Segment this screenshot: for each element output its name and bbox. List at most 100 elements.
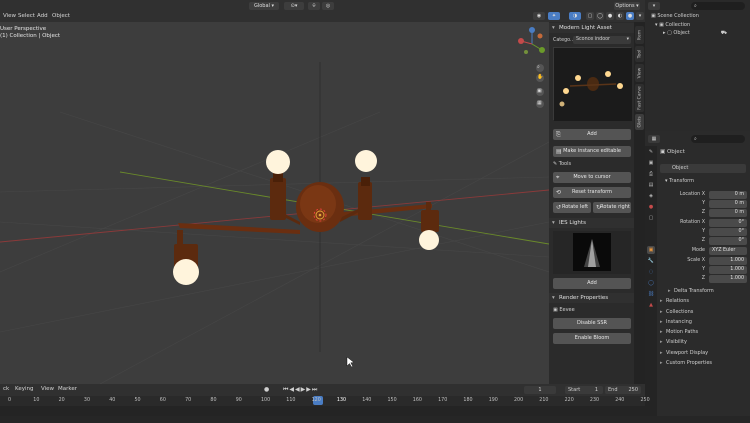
- outliner-search-input[interactable]: ⌕: [691, 2, 745, 10]
- tool-icon[interactable]: ✎: [647, 148, 655, 156]
- render-icon[interactable]: ▣: [647, 159, 655, 167]
- chandelier-model[interactable]: [173, 150, 439, 285]
- particles-icon[interactable]: ◌: [647, 268, 655, 276]
- menu-object[interactable]: Object: [49, 12, 73, 21]
- view-object-types-icon[interactable]: ◉: [533, 12, 545, 20]
- shading-wireframe-icon[interactable]: ◯: [596, 12, 604, 20]
- editor-type-icon[interactable]: ▦: [648, 135, 660, 143]
- tab-gleis[interactable]: Gleis: [635, 114, 644, 130]
- timeline-menu-marker[interactable]: Marker: [55, 385, 80, 394]
- ies-lights-header[interactable]: IES Lights: [549, 218, 634, 228]
- physics-icon[interactable]: ◯: [647, 279, 655, 287]
- timeline-tick-label: 0: [8, 398, 12, 403]
- end-frame-field[interactable]: End 250: [605, 386, 641, 394]
- rotation-y-field[interactable]: 0°: [709, 227, 747, 236]
- relations-section[interactable]: Relations: [658, 296, 750, 307]
- pan-hand-icon[interactable]: ✋: [537, 74, 543, 80]
- ortho-grid-icon[interactable]: ▦: [537, 100, 542, 106]
- record-icon[interactable]: ●: [264, 386, 269, 393]
- gizmo-icon[interactable]: ✦: [548, 12, 560, 20]
- ies-add-button[interactable]: Add: [553, 278, 631, 289]
- move-to-cursor-button[interactable]: ⌖ Move to cursor: [553, 172, 631, 183]
- location-x-field[interactable]: 0 m: [709, 190, 747, 199]
- render-properties-header[interactable]: Render Properties: [549, 293, 634, 303]
- rotate-left-button[interactable]: ↺ Rotate left: [553, 202, 591, 213]
- visibility-section[interactable]: Visibility: [658, 337, 750, 348]
- enable-bloom-button[interactable]: Enable Bloom: [553, 333, 631, 344]
- snap-icon[interactable]: ⌾: [308, 2, 320, 10]
- object-name-field[interactable]: Object: [660, 164, 746, 173]
- scale-z-field[interactable]: 1.000: [709, 274, 747, 283]
- object-label: Object: [673, 30, 690, 36]
- camera-icon[interactable]: ▣: [537, 88, 542, 94]
- navigation-gizmo[interactable]: [518, 27, 545, 54]
- collection-icon[interactable]: ▢: [647, 214, 655, 222]
- location-y-field[interactable]: 0 m: [709, 199, 747, 208]
- 3d-viewport[interactable]: User Perspective (1) Collection | Object: [0, 22, 549, 384]
- orientation-dropdown[interactable]: Global ▾: [249, 2, 279, 10]
- scale-z-label: Z: [701, 276, 705, 281]
- shading-material-icon[interactable]: ◐: [616, 12, 624, 20]
- timeline-track-area[interactable]: [0, 406, 645, 416]
- pivot-dropdown[interactable]: ⊙▾: [284, 2, 304, 10]
- start-label: Start: [568, 387, 581, 393]
- constraints-icon[interactable]: ⛓: [647, 290, 655, 298]
- location-x-row: Location X 0 m: [658, 190, 750, 199]
- scene-canvas[interactable]: [0, 22, 549, 384]
- world-icon[interactable]: ●: [647, 203, 655, 211]
- outliner-panel: ▾ ⌕ ▣ Scene Collection ▾ ▣ Collection ▸ …: [645, 0, 750, 131]
- shading-options-icon[interactable]: ▾: [636, 12, 644, 20]
- data-icon[interactable]: ▲: [647, 301, 655, 309]
- ies-title: IES Lights: [559, 220, 586, 226]
- object-properties-icon[interactable]: ▣: [647, 246, 655, 254]
- scale-x-field[interactable]: 1.000: [709, 256, 747, 265]
- scene-collection-row[interactable]: ▣ Scene Collection: [651, 12, 699, 20]
- modifier-icon[interactable]: 🔧: [647, 257, 655, 265]
- transform-section-header[interactable]: ▾ Transform: [660, 177, 694, 186]
- timeline-menu-playback[interactable]: ck: [0, 385, 12, 394]
- collection-row[interactable]: ▾ ▣ Collection: [655, 21, 690, 29]
- location-z-field[interactable]: 0 m: [709, 208, 747, 217]
- shading-solid-icon[interactable]: ●: [606, 12, 614, 20]
- shading-rendered-icon[interactable]: ●: [626, 12, 634, 20]
- scene-icon[interactable]: ◈: [647, 192, 655, 200]
- tab-fast-carve[interactable]: Fast Carve: [635, 84, 644, 112]
- asset-preview-thumbnail[interactable]: [553, 47, 632, 121]
- overlays-icon[interactable]: ◑: [569, 12, 581, 20]
- output-icon[interactable]: ⎙: [647, 170, 655, 178]
- start-frame-field[interactable]: Start 1: [565, 386, 603, 394]
- timeline-tick-label: 70: [185, 398, 192, 403]
- instancing-label: Instancing: [666, 319, 692, 325]
- rotate-right-button[interactable]: ↻ Rotate right: [593, 202, 631, 213]
- view-layer-icon[interactable]: ▤: [647, 181, 655, 189]
- scale-y-field[interactable]: 1.000: [709, 265, 747, 274]
- reset-transform-button[interactable]: ⟲ Reset transform: [553, 187, 631, 198]
- custom-properties-section[interactable]: Custom Properties: [658, 358, 750, 369]
- end-value: 250: [628, 387, 638, 393]
- rotation-z-field[interactable]: 0°: [709, 236, 747, 245]
- make-instance-editable-button[interactable]: ▤ Make instance editable: [553, 146, 631, 157]
- zoom-icon[interactable]: ⌕: [537, 64, 540, 70]
- tab-item[interactable]: Item: [635, 26, 644, 44]
- filter-icon[interactable]: ▾: [648, 2, 660, 10]
- restrict-view-icon[interactable]: ⛟: [721, 29, 727, 37]
- disable-ssr-button[interactable]: Disable SSR: [553, 318, 631, 329]
- modern-light-asset-header[interactable]: Modern Light Asset: [549, 23, 634, 33]
- ies-preview-thumbnail[interactable]: [553, 231, 631, 274]
- add-asset-button[interactable]: ⎘ Add: [553, 129, 631, 140]
- current-frame-field[interactable]: 1: [524, 386, 556, 394]
- options-dropdown[interactable]: Options ▾: [614, 2, 640, 10]
- visibility-label: Visibility: [666, 339, 687, 345]
- rotation-mode-dropdown[interactable]: XYZ Euler: [709, 246, 747, 255]
- playback-controls[interactable]: ⏮◀◀▶▶⏭: [283, 386, 318, 394]
- timeline-menu-keying[interactable]: Keying: [12, 385, 36, 394]
- object-row[interactable]: ▸ ▢ Object ⛟: [663, 29, 743, 37]
- render-engine-label: Eevee: [559, 307, 575, 313]
- tab-tool[interactable]: Tool: [635, 46, 644, 62]
- category-dropdown[interactable]: Sconce indoor ▾: [573, 36, 631, 44]
- rotation-x-field[interactable]: 0°: [709, 218, 747, 227]
- proportional-icon[interactable]: ◎: [322, 2, 334, 10]
- tab-view[interactable]: View: [635, 64, 644, 82]
- xray-icon[interactable]: ▢: [586, 12, 594, 20]
- properties-search-input[interactable]: ⌕: [691, 135, 745, 143]
